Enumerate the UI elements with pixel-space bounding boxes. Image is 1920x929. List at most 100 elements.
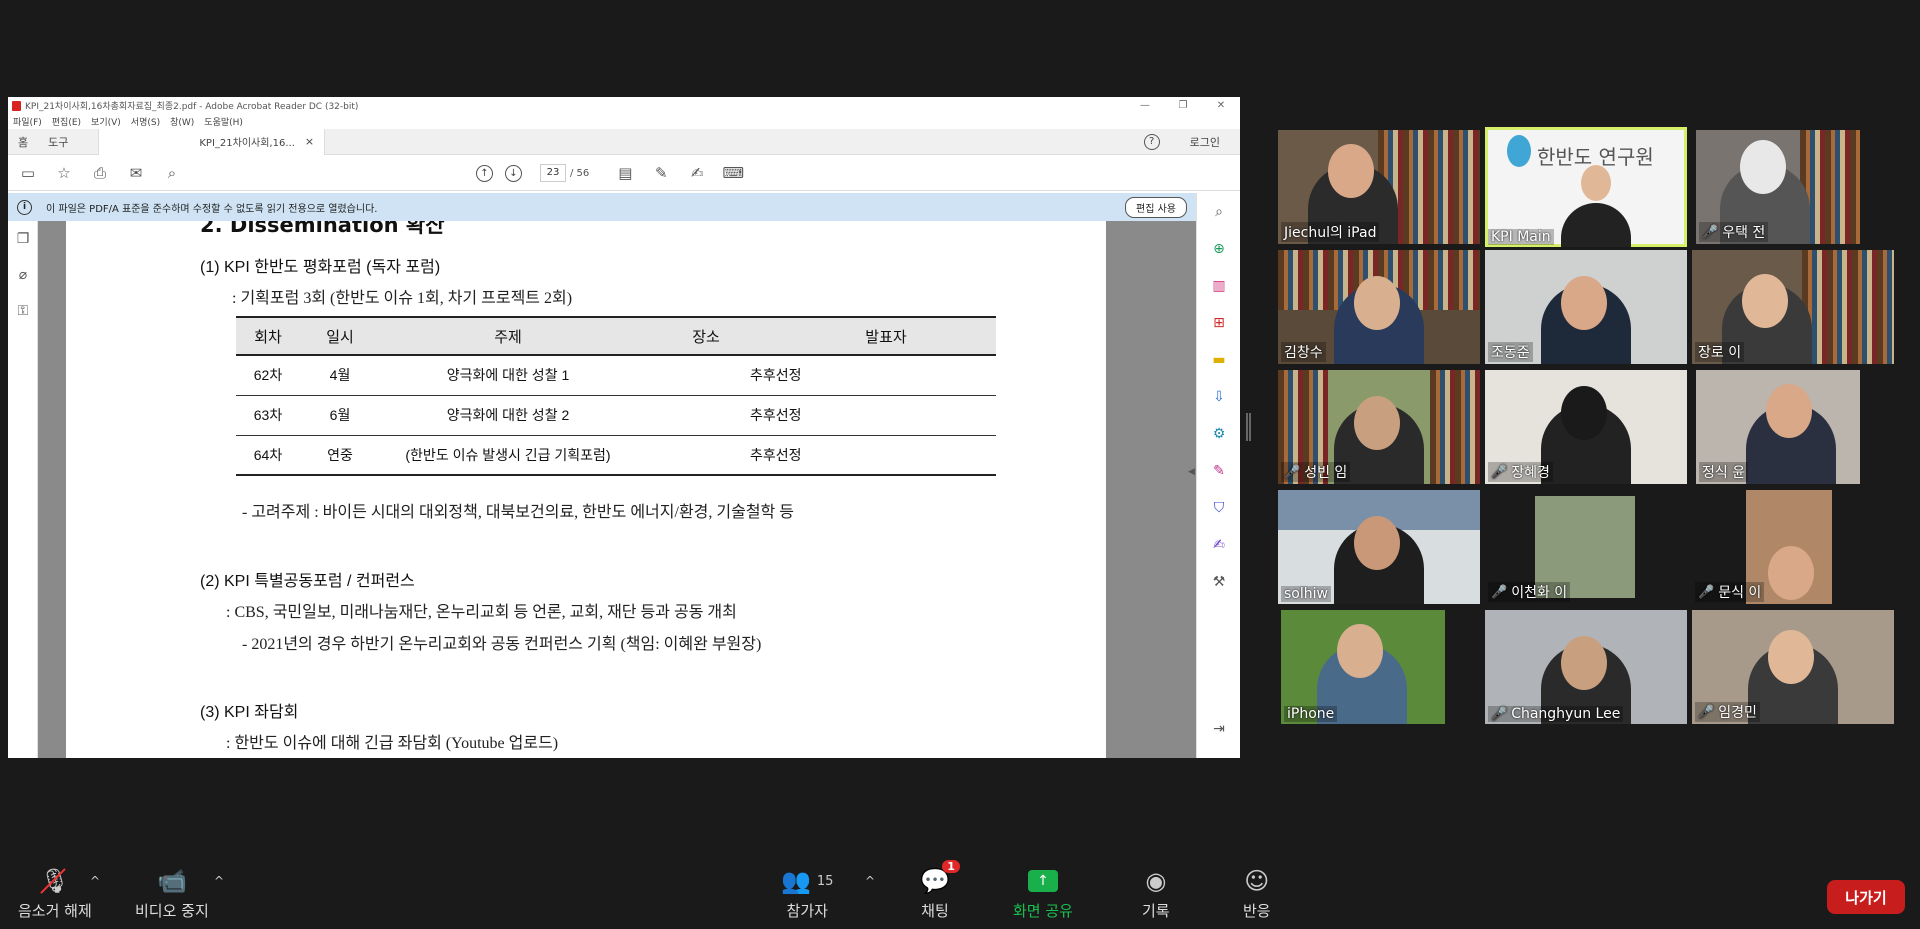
participant-tile[interactable]: 조동준 [1485, 250, 1687, 364]
page-number-input[interactable]: 23 [540, 164, 566, 182]
participant-name: 장로 이 [1698, 345, 1742, 361]
participant-tile[interactable]: solhiw [1278, 490, 1480, 604]
tab-document[interactable]: KPI_21차이사회,16... × [98, 128, 326, 155]
tab-tools[interactable]: 도구 [38, 134, 78, 150]
sign-tool-icon[interactable]: ✍ [1197, 526, 1240, 563]
export-pdf-icon[interactable]: ⊕ [1197, 230, 1240, 267]
menu-bar: 파일(F) 편집(E) 보기(V) 서명(S) 창(W) 도움말(H) [8, 114, 1240, 129]
meeting-toolbar: 🎙 음소거 해제 ^ 📹 비디오 중지 ^ 👥 15 참가자 ^ 💬 1 채팅 ↑ … [0, 860, 1920, 929]
scan-icon[interactable]: ⚙ [1197, 415, 1240, 452]
prev-page-icon[interactable]: ↑ [476, 164, 493, 182]
protect-shield-icon[interactable]: ⛉ [1197, 489, 1240, 526]
menu-help[interactable]: 도움말(H) [204, 115, 243, 128]
menu-sign[interactable]: 서명(S) [131, 115, 160, 128]
participant-tile[interactable]: 장로 이 [1692, 250, 1894, 364]
more-tools-icon[interactable]: ⚒ [1197, 563, 1240, 600]
fill-sign-icon[interactable]: ⌨ [722, 163, 744, 183]
cell-round: 62차 [236, 355, 300, 396]
menu-window[interactable]: 창(W) [170, 115, 194, 128]
close-window-button[interactable]: ✕ [1202, 100, 1240, 111]
cell-speaker: 추후선정 [636, 435, 996, 476]
login-link[interactable]: 로그인 [1190, 134, 1220, 150]
participant-tile[interactable]: 정식 윤 [1696, 370, 1860, 484]
section-2-note: - 2021년의 경우 하반기 온누리교회와 공동 컨퍼런스 기획 (책임: 이… [242, 636, 762, 653]
forum-schedule-table: 회차 일시 주제 장소 발표자 62차 4월 양극화에 대한 성찰 1 추후선정 [236, 316, 996, 476]
unmute-button[interactable]: 🎙 음소거 해제 [18, 866, 92, 921]
pdf-page: 2. Dissemination 확산 (1) KPI 한반도 평화포럼 (독자… [66, 221, 1106, 758]
splitter-handle[interactable] [1246, 413, 1251, 441]
minimize-button[interactable]: — [1126, 100, 1164, 111]
participant-tile[interactable]: 🎤 성빈 임 [1278, 370, 1480, 484]
record-label: 기록 [1142, 902, 1170, 920]
save-icon[interactable]: ▭ [18, 163, 38, 183]
comment-icon[interactable]: ▤ [615, 163, 635, 183]
reaction-smiley-icon: ☺ [1244, 867, 1270, 895]
menu-file[interactable]: 파일(F) [13, 115, 42, 128]
pdf-icon [12, 100, 21, 111]
combine-files-icon[interactable]: ⇩ [1197, 378, 1240, 415]
comment-tool-icon[interactable]: ▬ [1197, 341, 1240, 378]
menu-view[interactable]: 보기(V) [91, 115, 121, 128]
participant-tile[interactable]: 🎤 Changhyun Lee [1485, 610, 1687, 724]
participant-tile[interactable]: Jiechul의 iPad [1278, 130, 1480, 244]
participant-name: 성빈 임 [1304, 465, 1348, 481]
audio-options-chevron-icon[interactable]: ^ [90, 874, 100, 888]
help-icon[interactable]: ? [1143, 133, 1160, 150]
share-screen-button[interactable]: ↑ 화면 공유 [1013, 866, 1073, 921]
create-pdf-icon[interactable]: ⊞ [1197, 304, 1240, 341]
participants-icon: 👥 15 [781, 867, 834, 895]
email-icon[interactable]: ✉ [126, 163, 146, 183]
section-1-title: (1) KPI 한반도 평화포럼 (독자 포럼) [200, 259, 441, 276]
attachment-icon[interactable]: ⌀ [8, 257, 38, 293]
participant-tile[interactable]: 🎤 우택 전 [1696, 130, 1860, 244]
bookmark-star-icon[interactable]: ☆ [54, 163, 74, 183]
participant-name: Jiechul의 iPad [1284, 225, 1377, 241]
zoom-search-icon[interactable]: ⌕ [162, 163, 182, 183]
participants-options-chevron-icon[interactable]: ^ [865, 874, 875, 888]
expand-panel-icon[interactable]: ⇥ [1197, 710, 1240, 747]
video-options-chevron-icon[interactable]: ^ [214, 874, 224, 888]
collapse-arrow-icon[interactable]: ◀ [1188, 467, 1195, 477]
reactions-button[interactable]: ☺ 반응 [1243, 866, 1271, 921]
document-viewport[interactable]: 2. Dissemination 확산 (1) KPI 한반도 평화포럼 (독자… [38, 221, 1196, 758]
tab-close-icon[interactable]: × [305, 135, 314, 148]
search-icon[interactable]: ⌕ [1197, 193, 1240, 230]
mic-muted-icon: 🎤 [1491, 584, 1508, 600]
section-3-subtitle: : 한반도 이슈에 대해 긴급 좌담회 (Youtube 업로드) [226, 735, 559, 752]
participant-tile[interactable]: 🎤 문식 이 [1692, 490, 1894, 604]
security-icon[interactable]: ⚿ [8, 293, 38, 329]
table-header-row: 회차 일시 주제 장소 발표자 [236, 317, 996, 355]
participant-name: iPhone [1287, 706, 1335, 722]
stop-video-button[interactable]: 📹 비디오 중지 [135, 866, 209, 921]
menu-edit[interactable]: 편집(E) [52, 115, 81, 128]
page-total: / 56 [570, 167, 590, 179]
pages-thumbnail-icon[interactable]: ❐ [8, 221, 38, 257]
share-screen-label: 화면 공유 [1013, 902, 1073, 920]
organize-pages-icon[interactable]: ▥ [1197, 267, 1240, 304]
reactions-label: 반응 [1243, 902, 1271, 920]
enable-edit-button[interactable]: 편집 사용 [1125, 196, 1187, 218]
participant-tile[interactable]: 김창수 [1278, 250, 1480, 364]
participant-tile[interactable]: iPhone [1281, 610, 1445, 724]
leave-meeting-button[interactable]: 나가기 [1827, 880, 1905, 914]
record-icon: ◉ [1145, 867, 1167, 895]
participant-tile-active-speaker[interactable]: 한반도 연구원 KPI Main [1485, 127, 1687, 247]
fill-sign-tool-icon[interactable]: ✎ [1197, 452, 1240, 489]
chat-button[interactable]: 💬 1 채팅 [920, 860, 960, 921]
next-page-icon[interactable]: ↓ [505, 164, 522, 182]
participant-tile[interactable]: 🎤 장혜경 [1485, 370, 1687, 484]
highlight-pen-icon[interactable]: ✎ [651, 163, 671, 183]
restore-button[interactable]: ❐ [1164, 100, 1202, 111]
tab-home[interactable]: 홈 [8, 134, 38, 150]
video-camera-icon: 📹 [156, 867, 187, 895]
stop-video-label: 비디오 중지 [135, 902, 209, 920]
participant-name: 정식 윤 [1702, 465, 1746, 481]
participant-tile[interactable]: 🎤 임경민 [1692, 610, 1894, 724]
participant-tile[interactable]: 🎤 이천화 이 [1485, 490, 1687, 604]
mic-muted-icon: 🎤 [1491, 464, 1508, 480]
participants-button[interactable]: 👥 15 참가자 [781, 866, 833, 921]
zoom-meeting-window: KPI_21차이사회,16차총회자료집_최종2.pdf - Adobe Acro… [0, 0, 1920, 929]
record-button[interactable]: ◉ 기록 [1142, 866, 1170, 921]
sign-icon[interactable]: ✍ [687, 163, 707, 183]
print-icon[interactable]: ⎙ [90, 163, 110, 183]
